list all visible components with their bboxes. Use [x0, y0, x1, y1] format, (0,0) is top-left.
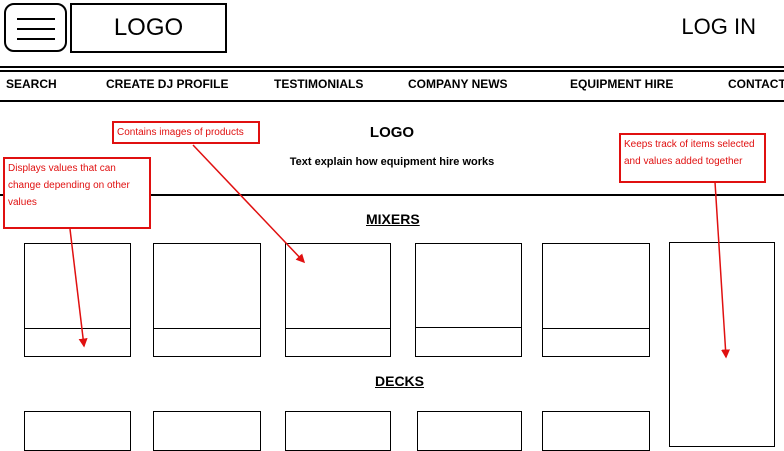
annotation-images: Contains images of products — [112, 121, 260, 144]
annotation-tracker: Keeps track of items selected and values… — [619, 133, 766, 183]
annotation-values: Displays values that can change dependin… — [3, 157, 151, 229]
